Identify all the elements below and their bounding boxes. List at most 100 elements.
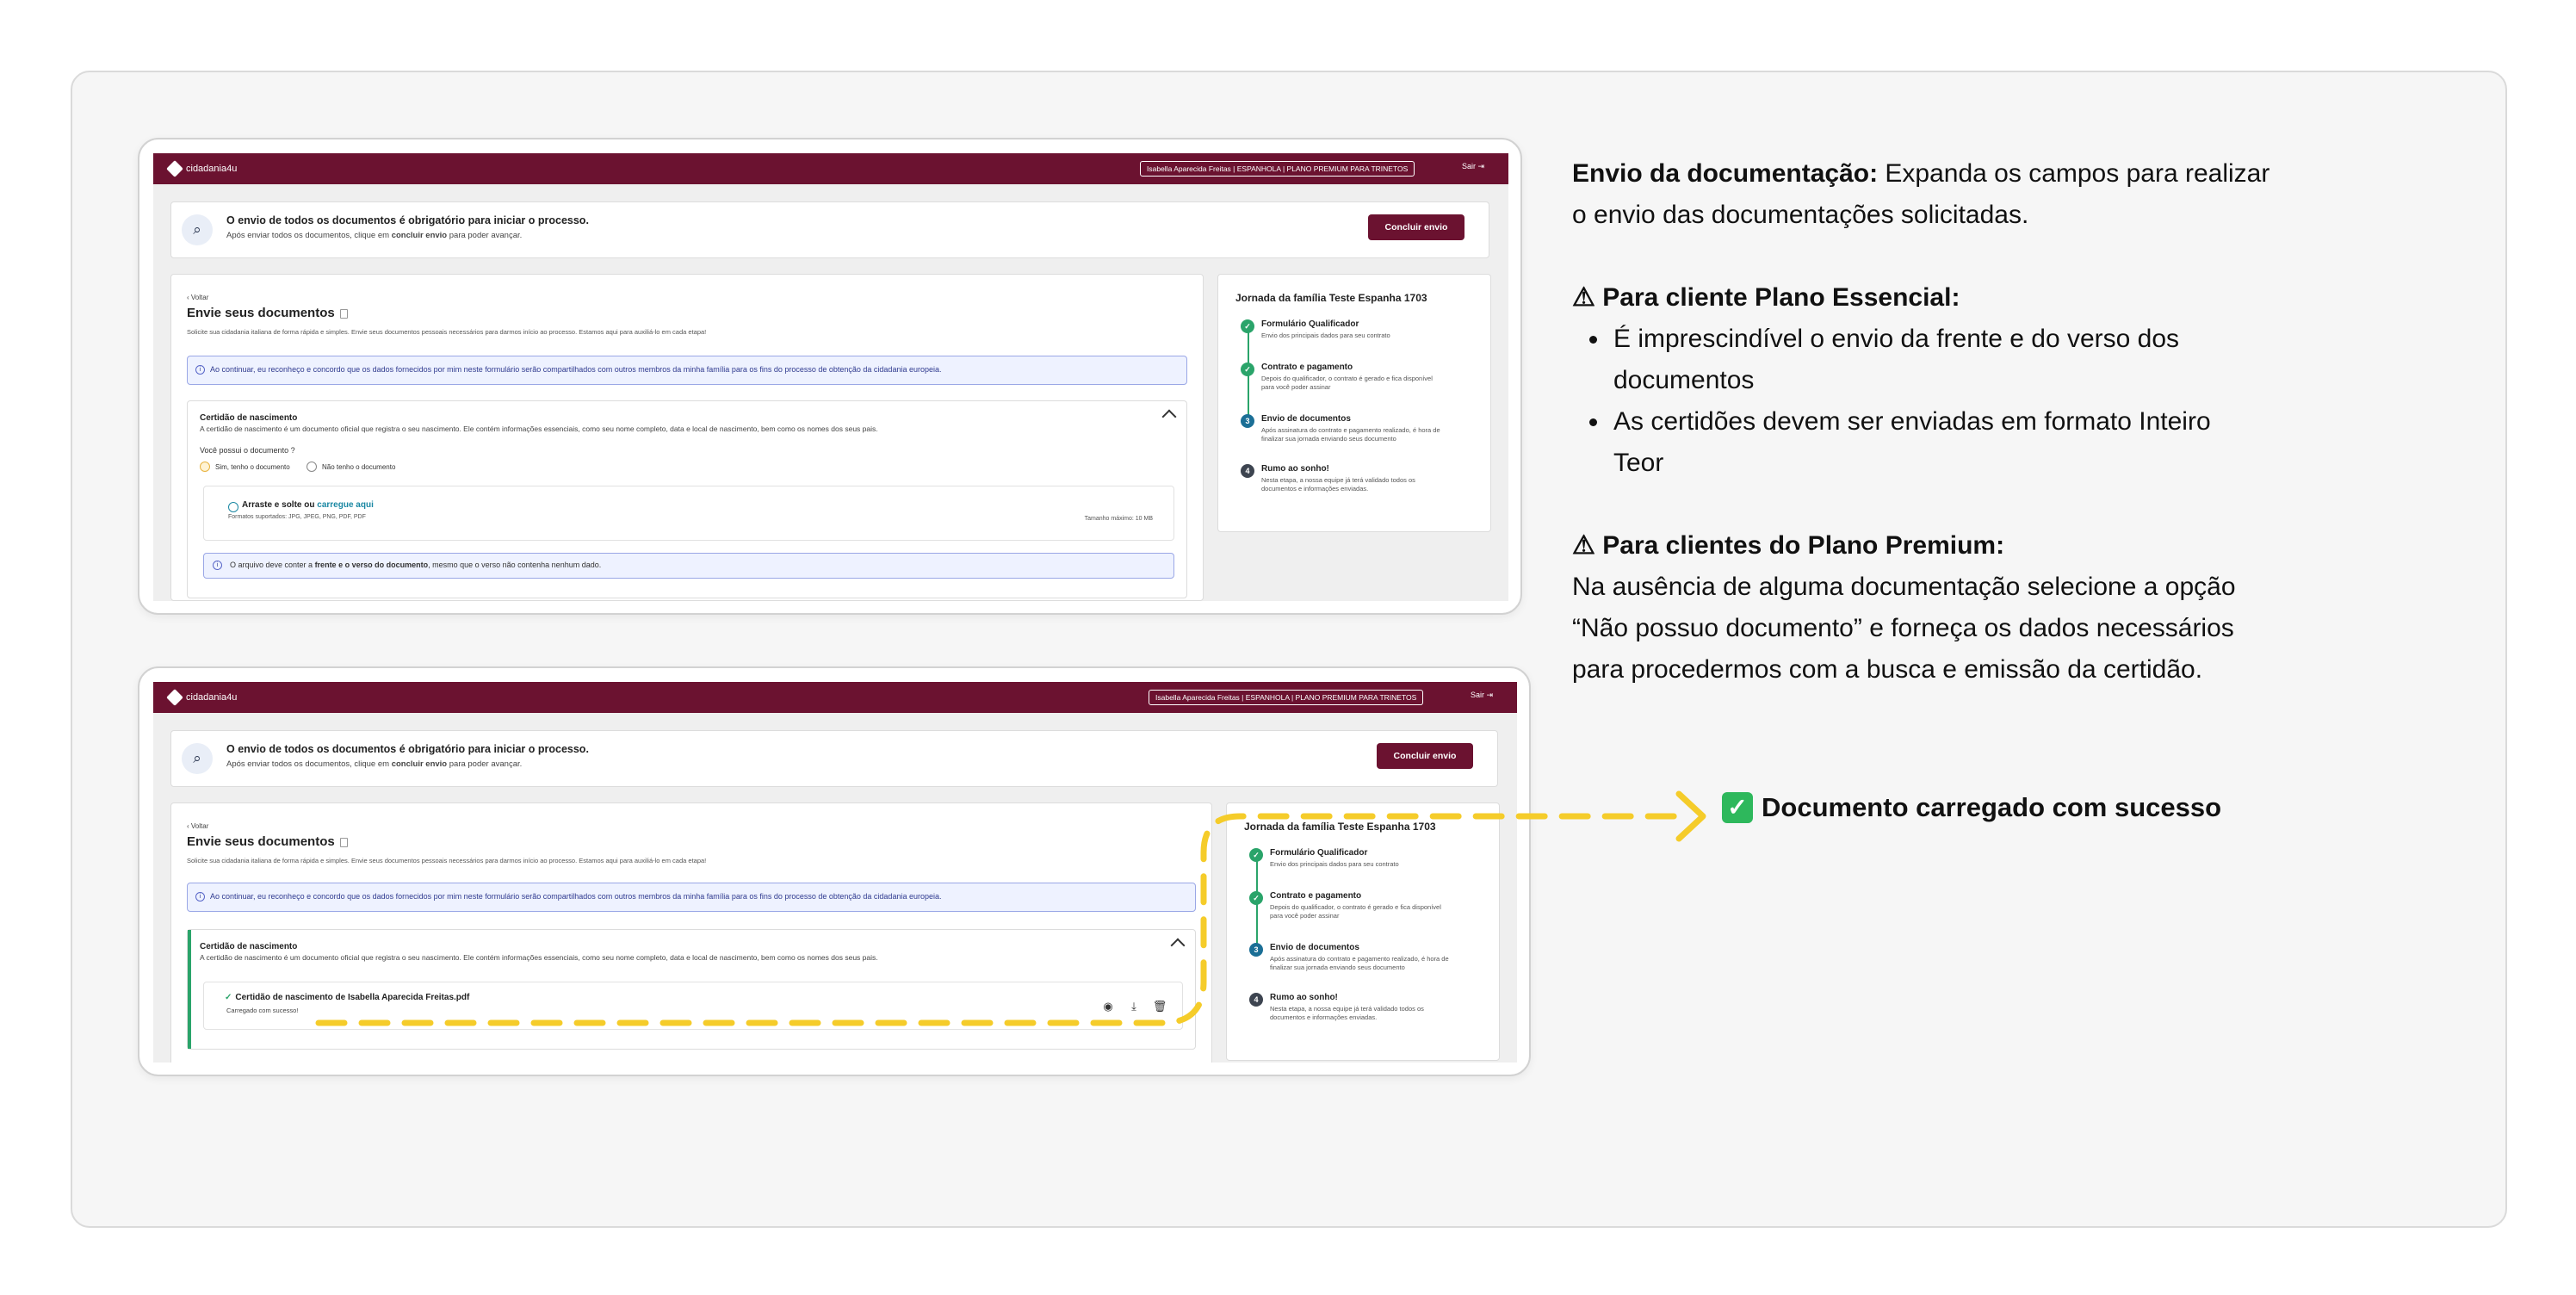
screenshot-upload-success: cidadania4u Isabella Aparecida Freitas |… (138, 666, 1531, 1076)
page-subtitle: Solicite sua cidadania italiana de forma… (187, 857, 707, 864)
check-icon: ✓ (1249, 891, 1263, 905)
notice-title: O envio de todos os documentos é obrigat… (226, 743, 589, 755)
consent-banner: i Ao continuar, eu reconheço e concordo q… (187, 356, 1187, 385)
has-document-question: Você possui o documento ? (200, 446, 295, 455)
radio-selected-icon (200, 462, 210, 472)
notice-subtitle: Após enviar todos os documentos, clique … (226, 759, 523, 769)
step-number-icon: 4 (1249, 993, 1263, 1007)
logout-icon: ⇥ (1486, 691, 1494, 699)
annotation-envio-line2: o envio das documentações solicitadas. (1572, 201, 2029, 229)
trash-icon[interactable]: 🗑 (1151, 998, 1168, 1015)
progress-line (1256, 860, 1258, 955)
logo[interactable]: cidadania4u (166, 160, 238, 177)
back-link[interactable]: ‹ Voltar (187, 822, 208, 830)
chevron-left-icon: ‹ (187, 822, 189, 830)
upload-link[interactable]: carregue aqui (317, 500, 374, 510)
success-callout: ✓ Documento carregado com sucesso (1722, 792, 2221, 823)
download-icon[interactable]: ⤓ (1125, 998, 1142, 1015)
check-icon: ✓ (225, 993, 232, 1002)
check-icon: ✓ (1241, 362, 1254, 376)
info-icon: i (213, 561, 222, 570)
card-title: Certidão de nascimento (200, 942, 298, 951)
app-window: cidadania4u Isabella Aparecida Freitas |… (153, 153, 1508, 601)
uploaded-file-row: ✓ Certidão de nascimento de Isabella Apar… (203, 982, 1183, 1030)
logout-label: Sair (1462, 162, 1477, 170)
journey-panel: Jornada da família Teste Espanha 1703 ✓ F… (1217, 274, 1491, 532)
essencial-list-2: As certidões devem ser enviadas em forma… (1589, 401, 2211, 443)
document-icon (339, 837, 348, 847)
radio-has-document[interactable]: Sim, tenho o documento (200, 462, 290, 472)
list-item-continuation: Teor (1613, 449, 1664, 477)
birth-certificate-card: Certidão de nascimento A certidão de nas… (187, 400, 1187, 598)
card-description: A certidão de nascimento é um documento … (200, 424, 878, 433)
chevron-up-icon[interactable] (1161, 409, 1177, 424)
journey-title: Jornada da família Teste Espanha 1703 (1244, 821, 1436, 833)
view-icon[interactable]: ◉ (1099, 998, 1117, 1015)
step-number-icon: 3 (1241, 414, 1254, 428)
chevron-left-icon: ‹ (187, 294, 189, 301)
mandatory-notice: ⌕ O envio de todos os documentos é obrig… (170, 201, 1489, 258)
logo-text: cidadania4u (186, 164, 238, 174)
back-link[interactable]: ‹ Voltar (187, 294, 208, 301)
user-plan-pill[interactable]: Isabella Aparecida Freitas | ESPANHOLA |… (1149, 690, 1424, 705)
annotation-premium-title: ⚠ Para clientes do Plano Premium: (1572, 531, 2005, 560)
user-plan-pill[interactable]: Isabella Aparecida Freitas | ESPANHOLA |… (1140, 161, 1415, 177)
check-icon: ✓ (1249, 848, 1263, 862)
radio-no-document[interactable]: Não tenho o documento (307, 462, 395, 472)
search-icon: ⌕ (182, 214, 213, 245)
check-box-icon: ✓ (1722, 792, 1753, 823)
check-icon: ✓ (1241, 319, 1254, 333)
premium-line: “Não possuo documento” e forneça os dado… (1572, 614, 2234, 642)
info-icon: i (195, 892, 205, 902)
documents-panel: ‹ Voltar Envie seus documentos Solicite … (170, 274, 1204, 601)
page-title: Envie seus documentos (187, 306, 348, 320)
step-number-icon: 4 (1241, 464, 1254, 478)
page-subtitle: Solicite sua cidadania italiana de forma… (187, 328, 707, 336)
user-plan-text: Isabella Aparecida Freitas | ESPANHOLA |… (1147, 164, 1409, 173)
documents-panel: ‹ Voltar Envie seus documentos Solicite … (170, 802, 1212, 1063)
app-window: cidadania4u Isabella Aparecida Freitas |… (153, 682, 1517, 1063)
upload-formats: Formatos suportados: JPG, JPEG, PNG, PDF… (228, 514, 366, 520)
logo[interactable]: cidadania4u (166, 689, 238, 706)
top-bar: cidadania4u Isabella Aparecida Freitas |… (153, 682, 1517, 713)
logo-icon (166, 689, 183, 706)
logout-icon: ⇥ (1477, 162, 1485, 170)
journey-title: Jornada da família Teste Espanha 1703 (1235, 292, 1427, 304)
logout-label: Sair (1471, 691, 1485, 699)
upload-instructions: Arraste e solte ou carregue aqui (242, 500, 374, 510)
upload-success-text: Carregado com sucesso! (226, 1007, 299, 1014)
success-accent-bar (188, 930, 191, 1049)
essencial-list: É imprescindível o envio da frente e do … (1589, 319, 2179, 360)
step-number-icon: 3 (1249, 943, 1263, 957)
radio-empty-icon (307, 462, 317, 472)
upload-icon (228, 502, 238, 512)
annotation-essencial-title: ⚠ Para cliente Plano Essencial: (1572, 283, 1960, 312)
mandatory-notice: ⌕ O envio de todos os documentos é obrig… (170, 730, 1498, 787)
warning-icon: ⚠ (1572, 531, 1595, 560)
concluir-envio-button[interactable]: Concluir envio (1377, 743, 1473, 769)
logo-text: cidadania4u (186, 692, 238, 703)
card-title: Certidão de nascimento (200, 413, 298, 423)
upload-dropzone[interactable]: Arraste e solte ou carregue aqui Formato… (203, 486, 1174, 541)
journey-panel: Jornada da família Teste Espanha 1703 ✓ F… (1226, 802, 1500, 1061)
premium-line: para procedermos com a busca e emissão d… (1572, 655, 2203, 684)
front-back-note: iO arquivo deve conter a frente e o vers… (203, 553, 1174, 579)
success-text: Documento carregado com sucesso (1762, 792, 2222, 822)
notice-subtitle: Após enviar todos os documentos, clique … (226, 231, 523, 240)
upload-max-size: Tamanho máximo: 10 MB (1084, 516, 1153, 522)
top-bar: cidadania4u Isabella Aparecida Freitas |… (153, 153, 1508, 184)
chevron-up-icon[interactable] (1170, 938, 1186, 953)
birth-certificate-card: Certidão de nascimento A certidão de nas… (187, 929, 1196, 1050)
warning-icon: ⚠ (1572, 283, 1595, 312)
concluir-envio-button[interactable]: Concluir envio (1368, 214, 1464, 240)
screenshot-upload-form: cidadania4u Isabella Aparecida Freitas |… (138, 138, 1522, 615)
notice-title: O envio de todos os documentos é obrigat… (226, 214, 589, 226)
user-plan-text: Isabella Aparecida Freitas | ESPANHOLA |… (1155, 693, 1417, 702)
search-icon: ⌕ (182, 743, 213, 774)
list-item: É imprescindível o envio da frente e do … (1589, 319, 2179, 360)
logout-button[interactable]: Sair ⇥ (1462, 162, 1484, 171)
logout-button[interactable]: Sair ⇥ (1471, 691, 1493, 700)
list-item: As certidões devem ser enviadas em forma… (1589, 401, 2211, 443)
logo-icon (166, 160, 183, 177)
info-icon: i (195, 365, 205, 375)
